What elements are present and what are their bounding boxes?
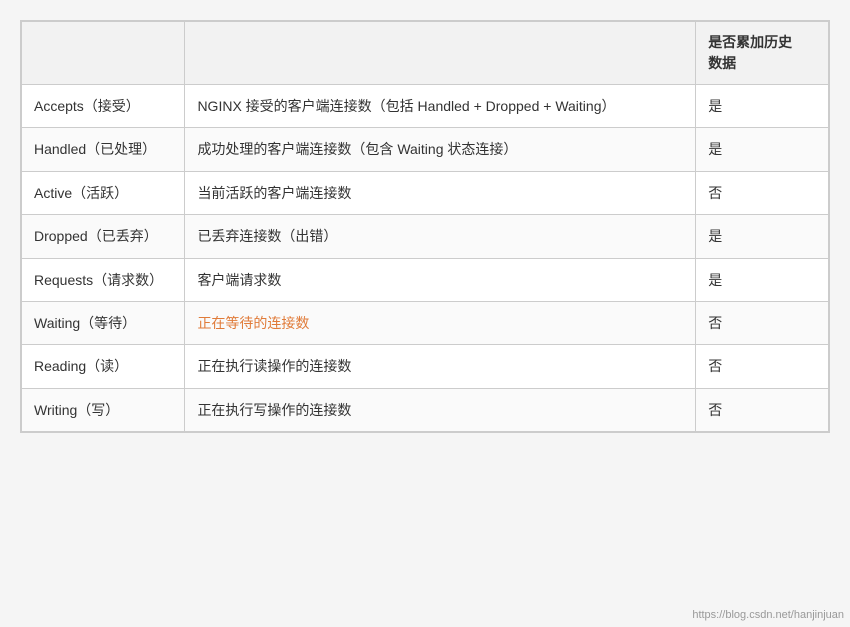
table-row: Waiting（等待） 正在等待的连接数 否	[22, 301, 829, 344]
table-row: Writing（写）正在执行写操作的连接数否	[22, 388, 829, 431]
cell-name: Reading（读）	[22, 345, 185, 388]
cell-desc: 当前活跃的客户端连接数	[185, 171, 696, 214]
cell-hist: 是	[696, 258, 829, 301]
cell-name: Requests（请求数）	[22, 258, 185, 301]
table-row: Active（活跃）当前活跃的客户端连接数否	[22, 171, 829, 214]
cell-name: Active（活跃）	[22, 171, 185, 214]
cell-name: Writing（写）	[22, 388, 185, 431]
table-row: Reading（读）正在执行读操作的连接数否	[22, 345, 829, 388]
table-row: Requests（请求数）客户端请求数是	[22, 258, 829, 301]
table-row: Handled（已处理）成功处理的客户端连接数（包含 Waiting 状态连接）…	[22, 128, 829, 171]
cell-name: Dropped（已丢弃）	[22, 215, 185, 258]
desc-link[interactable]: 正在等待的连接数	[197, 315, 309, 331]
cell-hist: 否	[696, 171, 829, 214]
cell-desc: 客户端请求数	[185, 258, 696, 301]
cell-name: Accepts（接受）	[22, 85, 185, 128]
header-name	[22, 22, 185, 85]
cell-desc: NGINX 接受的客户端连接数（包括 Handled + Dropped + W…	[185, 85, 696, 128]
cell-hist: 否	[696, 345, 829, 388]
nginx-metrics-table: 是否累加历史数据 Accepts（接受）NGINX 接受的客户端连接数（包括 H…	[21, 21, 829, 432]
cell-desc: 正在等待的连接数	[185, 301, 696, 344]
cell-desc: 正在执行写操作的连接数	[185, 388, 696, 431]
cell-hist: 否	[696, 301, 829, 344]
cell-desc: 正在执行读操作的连接数	[185, 345, 696, 388]
table-row: Accepts（接受）NGINX 接受的客户端连接数（包括 Handled + …	[22, 85, 829, 128]
cell-hist: 否	[696, 388, 829, 431]
cell-hist: 是	[696, 215, 829, 258]
header-hist: 是否累加历史数据	[696, 22, 829, 85]
cell-desc: 已丢弃连接数（出错）	[185, 215, 696, 258]
header-desc	[185, 22, 696, 85]
cell-hist: 是	[696, 85, 829, 128]
cell-name: Handled（已处理）	[22, 128, 185, 171]
main-table-wrapper: 是否累加历史数据 Accepts（接受）NGINX 接受的客户端连接数（包括 H…	[20, 20, 830, 433]
cell-hist: 是	[696, 128, 829, 171]
table-header-row: 是否累加历史数据	[22, 22, 829, 85]
cell-desc: 成功处理的客户端连接数（包含 Waiting 状态连接）	[185, 128, 696, 171]
table-row: Dropped（已丢弃）已丢弃连接数（出错）是	[22, 215, 829, 258]
cell-name: Waiting（等待）	[22, 301, 185, 344]
watermark: https://blog.csdn.net/hanjinjuan	[692, 609, 844, 621]
